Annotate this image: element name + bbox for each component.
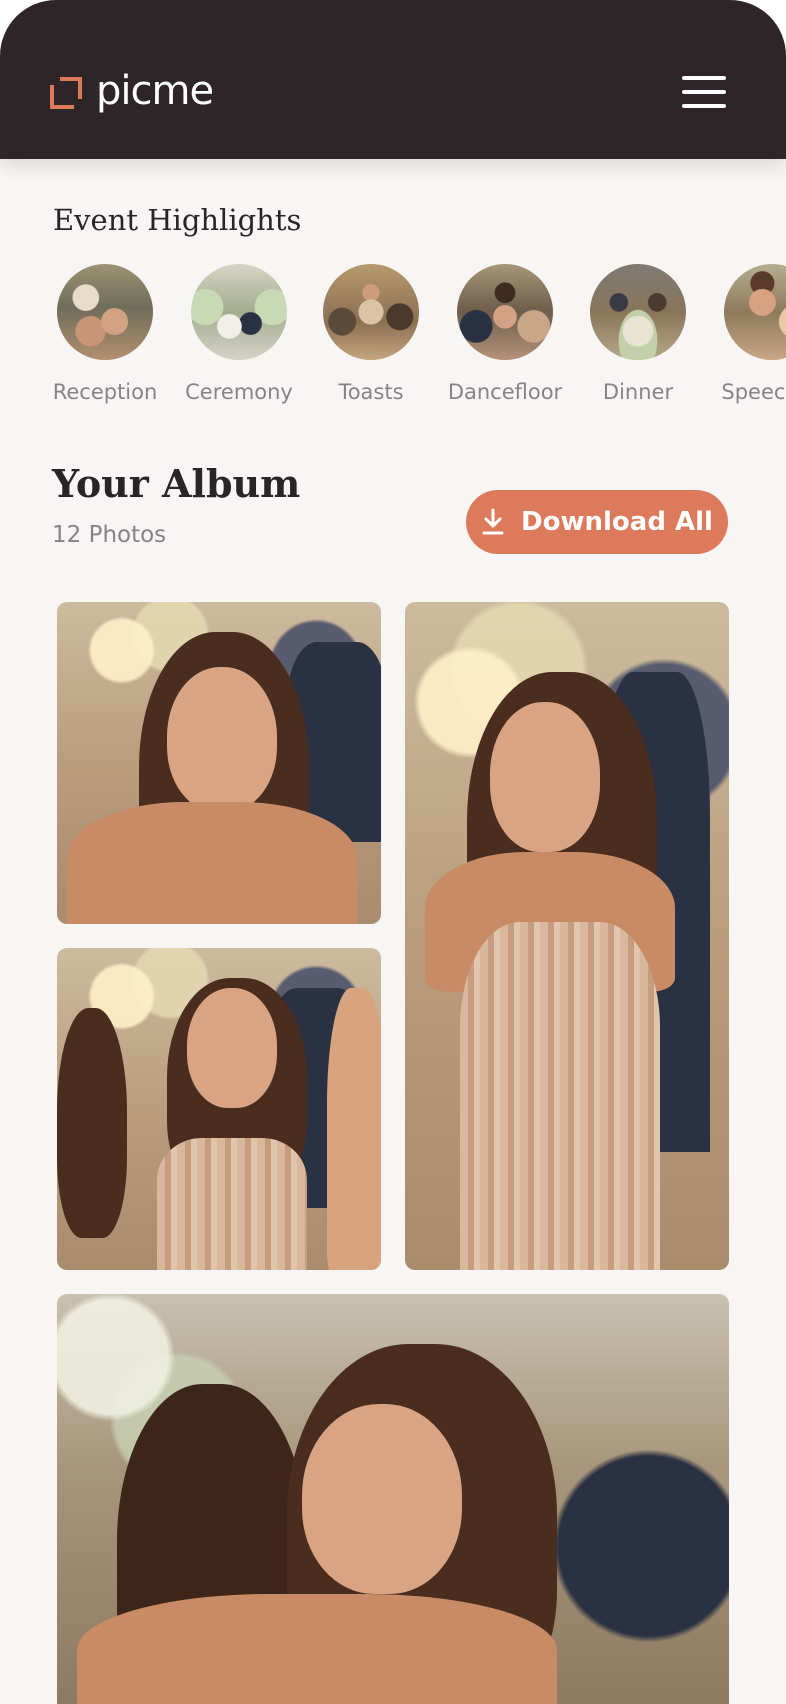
highlight-thumbnail [57, 264, 153, 360]
album-photo[interactable] [405, 602, 729, 1270]
highlights-carousel[interactable]: Reception Ceremony Toasts Dancefloor Din… [0, 264, 786, 414]
app-header: picme [0, 0, 786, 159]
highlight-speeches[interactable]: Speeches [702, 264, 786, 404]
album-photo[interactable] [57, 602, 381, 924]
highlight-label: Ceremony [185, 380, 293, 404]
hamburger-menu-icon[interactable] [680, 72, 728, 112]
highlight-thumbnail [590, 264, 686, 360]
logo[interactable]: picme [48, 68, 214, 114]
highlight-reception[interactable]: Reception [35, 264, 175, 404]
download-icon [482, 508, 504, 535]
download-all-label: Download All [521, 507, 713, 537]
download-all-button[interactable]: Download All [466, 490, 728, 554]
album-title: Your Album [52, 461, 301, 506]
highlight-dinner[interactable]: Dinner [568, 264, 708, 404]
highlight-thumbnail [323, 264, 419, 360]
picme-logo-icon [50, 77, 82, 109]
highlight-thumbnail [191, 264, 287, 360]
highlight-dancefloor[interactable]: Dancefloor [435, 264, 575, 404]
highlight-label: Dinner [602, 380, 674, 404]
highlight-thumbnail [457, 264, 553, 360]
album-photo[interactable] [57, 1294, 729, 1704]
highlight-thumbnail [724, 264, 786, 360]
highlight-label: Reception [52, 380, 158, 404]
highlight-toasts[interactable]: Toasts [301, 264, 441, 404]
logo-text: picme [96, 68, 214, 114]
highlight-label: Speeches [721, 380, 786, 404]
photo-count: 12 Photos [52, 522, 167, 548]
highlight-label: Dancefloor [447, 380, 563, 404]
app-screen: picme Event Highlights Reception Ceremon… [0, 0, 786, 1704]
highlight-ceremony[interactable]: Ceremony [169, 264, 309, 404]
highlights-title: Event Highlights [53, 203, 302, 237]
album-photo[interactable] [57, 948, 381, 1270]
highlight-label: Toasts [338, 380, 404, 404]
